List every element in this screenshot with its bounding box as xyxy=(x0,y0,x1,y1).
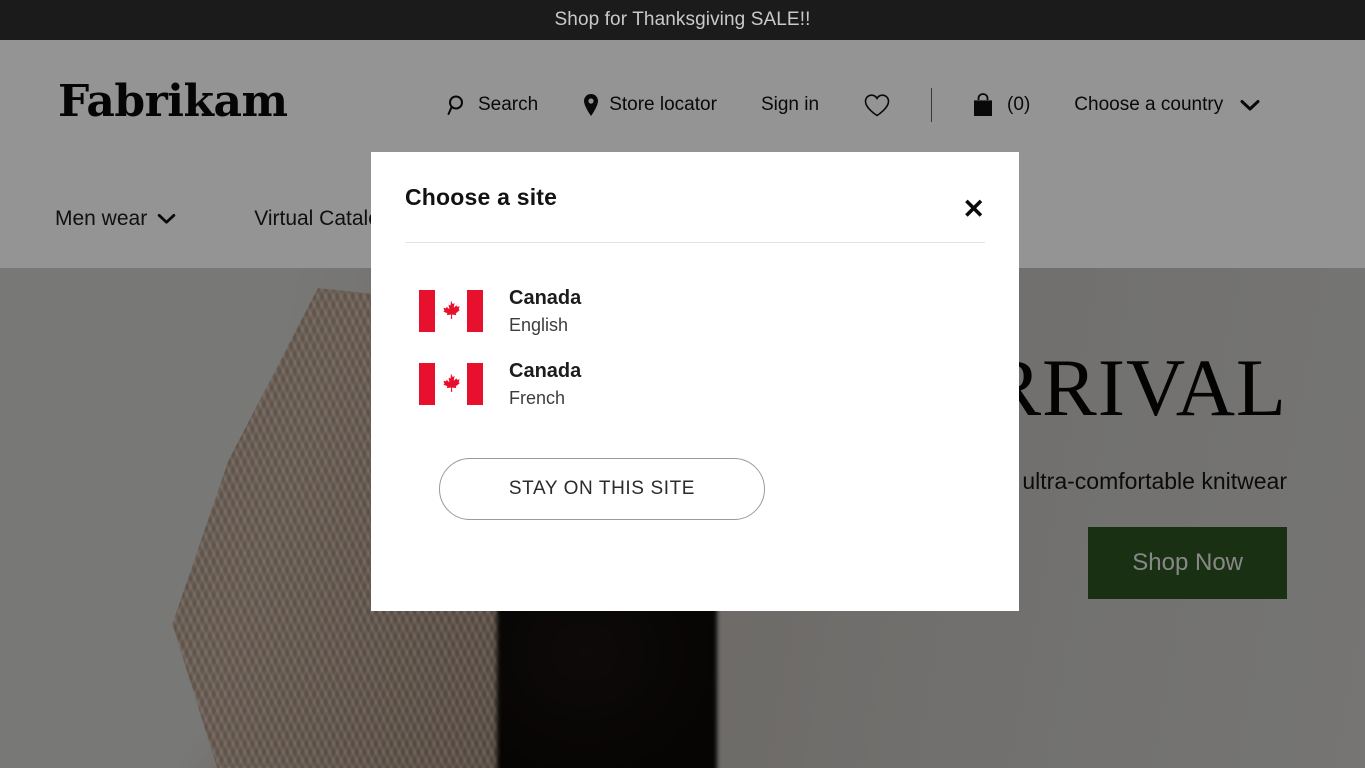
site-country: Canada xyxy=(509,359,582,382)
canada-flag-icon xyxy=(419,362,483,405)
choose-site-modal: Choose a site ✕ Canada English Canada Fr… xyxy=(371,152,1019,611)
promo-banner-text: Shop for Thanksgiving SALE!! xyxy=(554,9,811,30)
site-language: English xyxy=(509,315,569,335)
site-list: Canada English Canada French xyxy=(405,243,985,420)
list-item[interactable]: Canada English xyxy=(405,275,985,348)
site-names: Canada French xyxy=(509,359,581,410)
page-root: Shop for Thanksgiving SALE!! Fabrikam Se… xyxy=(0,0,1365,768)
stay-on-this-site-button[interactable]: STAY ON THIS SITE xyxy=(439,458,765,520)
site-country: Canada xyxy=(509,287,582,309)
site-language: French xyxy=(509,387,566,408)
list-item[interactable]: Canada French xyxy=(405,348,985,421)
promo-banner[interactable]: Shop for Thanksgiving SALE!! xyxy=(0,0,1365,40)
close-icon[interactable]: ✕ xyxy=(962,196,985,223)
canada-flag-icon xyxy=(419,290,483,333)
modal-title: Choose a site xyxy=(405,183,558,210)
site-names: Canada English xyxy=(509,286,581,337)
modal-header: Choose a site ✕ xyxy=(405,152,985,242)
